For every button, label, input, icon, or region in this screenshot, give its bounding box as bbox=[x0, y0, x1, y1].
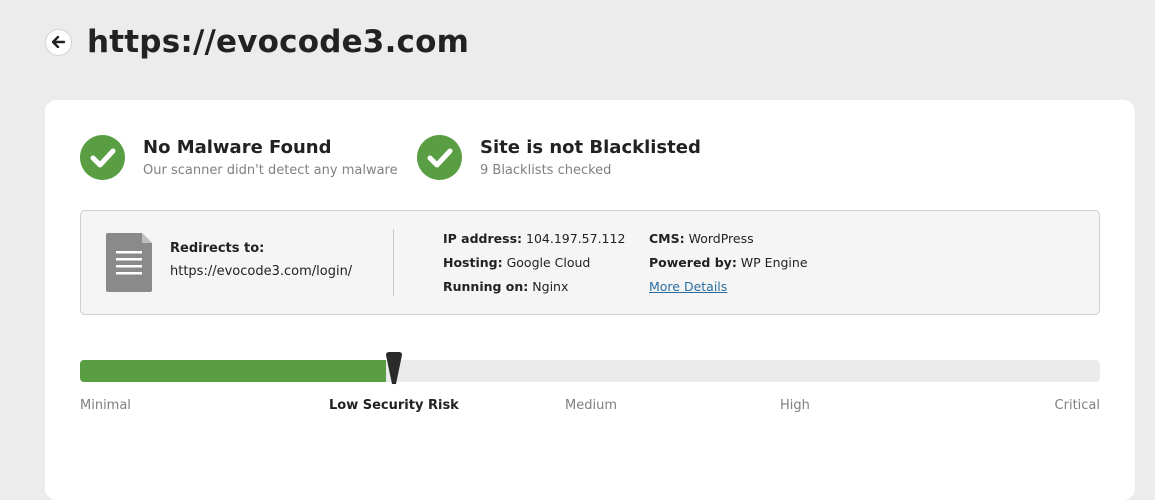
risk-meter bbox=[80, 352, 1100, 387]
check-circle-icon bbox=[417, 135, 462, 180]
cms-value: WordPress bbox=[688, 231, 754, 246]
level-minimal: Minimal bbox=[80, 398, 131, 413]
blacklist-status-title: Site is not Blacklisted bbox=[480, 136, 701, 158]
risk-meter-fill bbox=[80, 360, 386, 382]
redirects-value: https://evocode3.com/login/ bbox=[170, 264, 353, 279]
level-medium: Medium bbox=[565, 398, 617, 413]
malware-status-subtitle: Our scanner didn't detect any malware bbox=[143, 162, 398, 178]
running-on-label: Running on: bbox=[443, 279, 529, 294]
hosting-label: Hosting: bbox=[443, 255, 503, 270]
ip-label: IP address: bbox=[443, 231, 523, 246]
more-details-link[interactable]: More Details bbox=[649, 279, 727, 294]
cms-info: CMS: WordPress Powered by: WP Engine Mor… bbox=[649, 231, 808, 303]
blacklist-status-subtitle: 9 Blacklists checked bbox=[480, 162, 612, 178]
powered-by-value: WP Engine bbox=[740, 255, 808, 270]
redirect-info: Redirects to: https://evocode3.com/login… bbox=[170, 241, 352, 279]
level-high: High bbox=[780, 398, 810, 413]
document-icon bbox=[106, 233, 152, 292]
ip-value: 104.197.57.112 bbox=[526, 231, 626, 246]
site-info-box: Redirects to: https://evocode3.com/login… bbox=[80, 210, 1100, 315]
risk-levels: Minimal Low Security Risk Medium High Cr… bbox=[80, 398, 1100, 416]
check-circle-icon bbox=[80, 135, 125, 180]
hosting-value: Google Cloud bbox=[506, 255, 591, 270]
page-header: https://evocode3.com bbox=[45, 22, 469, 62]
risk-pointer-icon bbox=[386, 352, 402, 387]
divider bbox=[393, 229, 394, 296]
back-button[interactable] bbox=[45, 28, 72, 56]
scan-result-card: No Malware Found Our scanner didn't dete… bbox=[45, 100, 1135, 500]
running-on-value: Nginx bbox=[532, 279, 569, 294]
cms-label: CMS: bbox=[649, 231, 685, 246]
powered-by-label: Powered by: bbox=[649, 255, 737, 270]
malware-status: No Malware Found Our scanner didn't dete… bbox=[80, 135, 398, 180]
level-critical: Critical bbox=[1054, 398, 1100, 413]
level-low: Low Security Risk bbox=[329, 398, 459, 413]
malware-status-title: No Malware Found bbox=[143, 136, 332, 158]
server-info: IP address: 104.197.57.112 Hosting: Goog… bbox=[443, 231, 625, 303]
page-title: https://evocode3.com bbox=[87, 24, 470, 60]
redirects-label: Redirects to: bbox=[170, 241, 265, 256]
blacklist-status: Site is not Blacklisted 9 Blacklists che… bbox=[417, 135, 701, 180]
arrow-left-icon bbox=[52, 36, 65, 48]
